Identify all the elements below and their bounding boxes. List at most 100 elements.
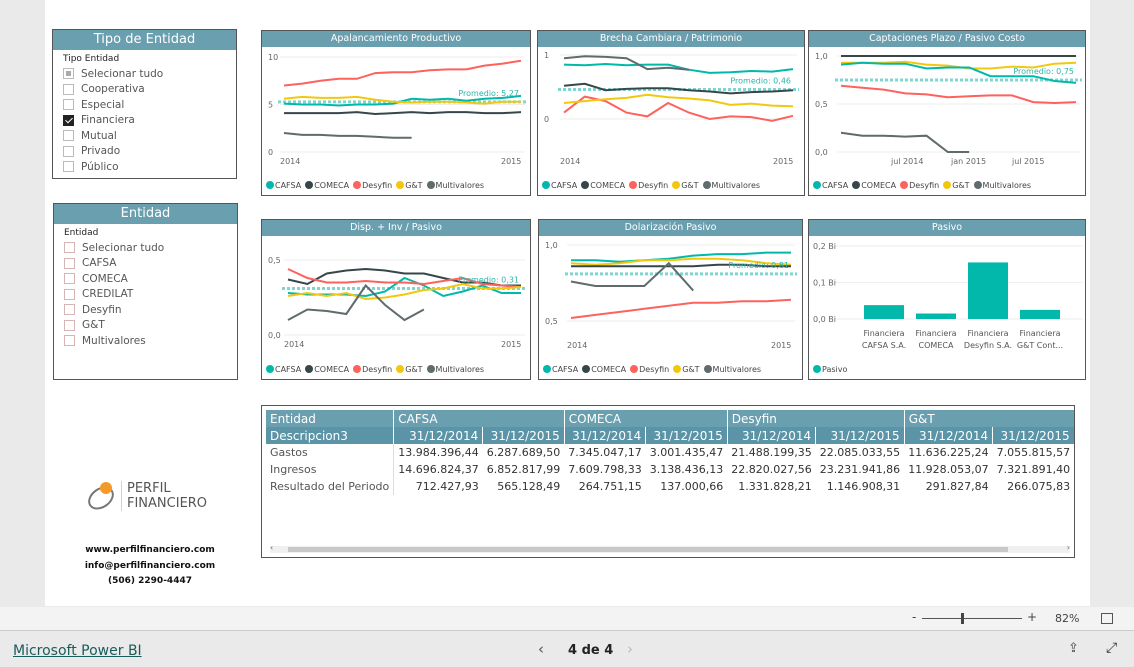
checkbox[interactable] — [63, 161, 74, 173]
slicer-item[interactable]: CREDILAT — [64, 287, 237, 303]
zoom-out-button[interactable]: - — [912, 610, 916, 624]
legend-item[interactable]: COMECA — [852, 181, 896, 190]
date-header[interactable]: 31/12/2014 — [904, 427, 994, 444]
slicer-item[interactable]: Selecionar tudo — [64, 240, 237, 256]
prev-page-icon[interactable]: ‹ — [538, 640, 544, 658]
date-header[interactable]: 31/12/2015 — [645, 427, 728, 444]
legend-item[interactable]: COMECA — [305, 181, 349, 190]
entity-header[interactable]: CAFSA — [393, 410, 565, 427]
entity-header[interactable]: COMECA — [563, 410, 728, 427]
slicer-item[interactable]: Cooperativa — [63, 82, 236, 98]
series-line-multivalores[interactable] — [840, 131, 970, 153]
legend-item[interactable]: Desyfin — [900, 181, 939, 190]
legend-item[interactable]: COMECA — [582, 365, 626, 374]
slicer-item[interactable]: Privado — [63, 144, 236, 160]
next-page-icon[interactable]: › — [627, 640, 633, 658]
date-header[interactable]: 31/12/2015 — [482, 427, 565, 444]
checkbox[interactable] — [64, 319, 75, 331]
slicer-item[interactable]: Multivalores — [64, 333, 237, 349]
legend-item[interactable]: Desyfin — [353, 181, 392, 190]
slicer-item[interactable]: Selecionar tudo — [63, 66, 236, 82]
legend-item[interactable]: Desyfin — [353, 365, 392, 374]
slicer-item[interactable]: G&T — [64, 318, 237, 334]
email-link[interactable]: info@perfilfinanciero.com — [60, 559, 240, 575]
date-header[interactable]: 3 — [1074, 427, 1075, 444]
slicer-item[interactable]: Desyfin — [64, 302, 237, 318]
legend-item[interactable]: CAFSA — [813, 181, 848, 190]
checkbox[interactable] — [64, 288, 75, 300]
checkbox[interactable] — [63, 83, 74, 95]
zoom-slider[interactable] — [922, 613, 1022, 624]
slicer-item[interactable]: Especial — [63, 97, 236, 113]
scrollbar-thumb[interactable] — [288, 547, 1008, 552]
legend-item[interactable]: CAFSA — [266, 365, 301, 374]
legend-item[interactable]: Multivalores — [426, 365, 484, 374]
slicer-item[interactable]: Financiera — [63, 113, 236, 129]
slicer-item[interactable]: COMECA — [64, 271, 237, 287]
checkbox[interactable] — [63, 130, 74, 142]
legend-item[interactable]: Multivalores — [426, 181, 484, 190]
checkbox[interactable] — [64, 242, 75, 254]
zoom-slider-thumb[interactable] — [961, 613, 964, 624]
legend-item[interactable]: CAFSA — [266, 181, 301, 190]
series-line-desyfin[interactable] — [283, 59, 522, 87]
checkbox[interactable] — [63, 114, 74, 126]
slicer-item[interactable]: Público — [63, 159, 236, 175]
checkbox[interactable] — [64, 304, 75, 316]
series-line-multivalores[interactable] — [287, 283, 425, 322]
legend-item[interactable]: CAFSA — [542, 181, 577, 190]
checkbox[interactable] — [63, 145, 74, 157]
legend-item[interactable]: COMECA — [581, 181, 625, 190]
legend-item[interactable]: Desyfin — [629, 181, 668, 190]
legend-item[interactable]: Desyfin — [630, 365, 669, 374]
chart-panel[interactable]: Dolarización Pasivo 1,0 0,5 2014 2015 Promedi… — [538, 219, 803, 380]
legend-item[interactable]: G&T — [943, 181, 970, 190]
chart-panel[interactable]: Pasivo 0,2 Bi 0,1 Bi 0,0 Bi Financiera CAFSA … — [808, 219, 1086, 380]
legend-item[interactable]: G&T — [396, 365, 423, 374]
series-line-multivalores[interactable] — [283, 132, 412, 139]
date-header[interactable]: 31/12/2015 — [992, 427, 1074, 444]
fullscreen-icon[interactable]: ⤢ — [1106, 640, 1117, 656]
series-line-gt[interactable] — [563, 93, 794, 108]
power-bi-link[interactable]: Microsoft Power BI — [13, 643, 142, 659]
bar[interactable] — [864, 305, 904, 319]
date-header[interactable]: 31/12/2014 — [727, 427, 817, 444]
legend-item[interactable]: Multivalores — [973, 181, 1031, 190]
chart-panel[interactable]: Disp. + Inv / Pasivo 0,5 0,0 2014 2015 Promed… — [261, 219, 531, 380]
legend-item[interactable]: Pasivo — [813, 365, 847, 374]
date-header[interactable]: 31/12/2015 — [815, 427, 905, 444]
series-line-desyfin[interactable] — [840, 84, 1077, 105]
checkbox[interactable] — [63, 99, 74, 111]
series-line-multivalores[interactable] — [570, 261, 694, 292]
series-line-desyfin[interactable] — [570, 298, 792, 319]
checkbox[interactable] — [63, 68, 74, 80]
share-icon[interactable]: ⇪ — [1068, 641, 1079, 656]
chart-panel[interactable]: Captaciones Plazo / Pasivo Costo 1,0 0,5 0,… — [808, 30, 1086, 196]
fit-to-page-icon[interactable] — [1101, 613, 1113, 624]
series-line-comeca[interactable] — [284, 111, 522, 116]
legend-item[interactable]: Multivalores — [703, 365, 761, 374]
legend-item[interactable]: Multivalores — [702, 181, 760, 190]
bar[interactable] — [968, 262, 1008, 319]
entity-header[interactable]: M — [1073, 410, 1074, 427]
slicer-item[interactable]: Mutual — [63, 128, 236, 144]
bar[interactable] — [1020, 309, 1060, 319]
scroll-left-icon[interactable]: ‹ — [270, 543, 273, 552]
entity-header[interactable]: Desyfin — [726, 410, 905, 427]
chart-panel[interactable]: Brecha Cambiara / Patrimonio 1 0 2014 2015 Pr… — [537, 30, 805, 196]
scroll-right-icon[interactable]: › — [1067, 543, 1070, 552]
slicer-item[interactable]: CAFSA — [64, 256, 237, 272]
chart-panel[interactable]: Apalancamiento Productivo 10 5 0 2014 2015 Pro… — [261, 30, 531, 196]
legend-item[interactable]: G&T — [673, 365, 700, 374]
checkbox[interactable] — [64, 273, 75, 285]
series-line-multivalores[interactable] — [563, 55, 689, 71]
zoom-in-button[interactable]: + — [1027, 610, 1037, 624]
website-link[interactable]: www.perfilfinanciero.com — [60, 543, 240, 559]
bar[interactable] — [916, 313, 956, 319]
legend-item[interactable]: G&T — [672, 181, 699, 190]
date-header[interactable]: 31/12/2014 — [393, 427, 484, 444]
horizontal-scrollbar[interactable]: ‹ › — [270, 543, 1070, 553]
date-header[interactable]: 31/12/2014 — [564, 427, 647, 444]
entity-header[interactable]: G&T — [903, 410, 1074, 427]
checkbox[interactable] — [64, 335, 75, 347]
